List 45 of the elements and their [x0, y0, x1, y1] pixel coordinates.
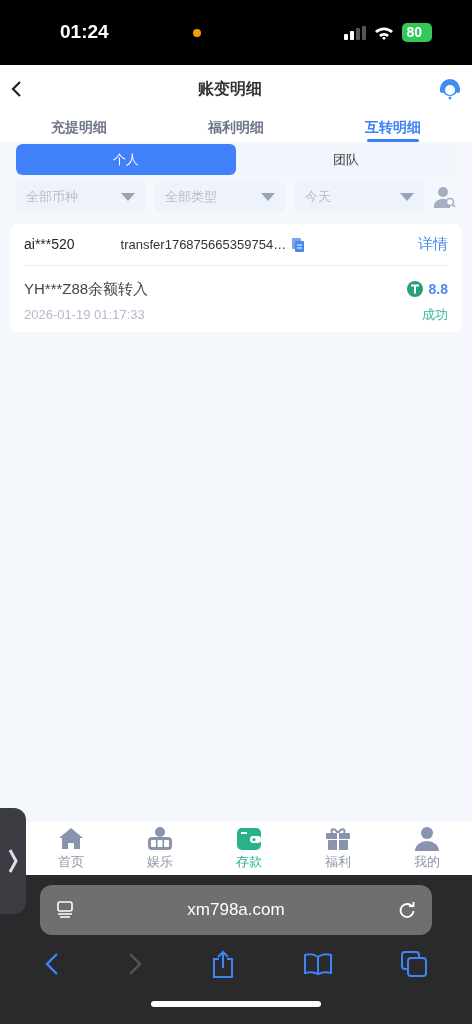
- person-icon: [414, 825, 441, 852]
- wifi-icon: [374, 25, 395, 40]
- copy-icon[interactable]: [292, 237, 305, 252]
- privacy-dot-icon: [192, 28, 201, 37]
- username: ai***520: [24, 235, 75, 254]
- customer-service-icon[interactable]: [438, 76, 462, 101]
- tab[interactable]: 互转明细: [314, 112, 472, 142]
- coin-icon: [406, 281, 423, 298]
- tabs-icon[interactable]: [401, 951, 428, 977]
- transaction-status: 成功: [422, 305, 448, 324]
- segment-tab[interactable]: 团队: [236, 144, 456, 175]
- user-search-icon[interactable]: [434, 185, 456, 208]
- page-title: 账变明细: [198, 78, 262, 99]
- book-icon[interactable]: [304, 953, 333, 975]
- slot-machine-icon: [146, 825, 173, 852]
- order-number: transfer176875665359754…: [120, 235, 287, 254]
- home-icon: [57, 825, 84, 852]
- signal-icon: [344, 25, 367, 40]
- battery-indicator: 80: [402, 23, 432, 42]
- side-handle[interactable]: [0, 808, 26, 914]
- url-text: xm798a.com: [186, 899, 286, 922]
- nav-tab[interactable]: 首页: [26, 822, 116, 875]
- transaction-time: 2026-01-19 01:17:33: [24, 305, 145, 324]
- gift-icon: [325, 825, 352, 852]
- tab[interactable]: 充提明细: [0, 112, 158, 142]
- transaction-description: YH***Z88余额转入: [24, 279, 149, 299]
- filter-dropdown[interactable]: 今天: [294, 181, 424, 212]
- wallet-icon: [236, 825, 262, 852]
- nav-tab[interactable]: 存款: [204, 822, 294, 875]
- nav-tab[interactable]: 娱乐: [115, 822, 205, 875]
- reload-icon[interactable]: [398, 901, 416, 919]
- address-bar[interactable]: xm798a.com: [40, 885, 432, 935]
- caret-icon: [400, 192, 414, 201]
- nav-tab[interactable]: 我的: [382, 822, 472, 875]
- nav-tab[interactable]: 福利: [293, 822, 383, 875]
- share-icon[interactable]: [210, 950, 235, 978]
- tab[interactable]: 福利明细: [157, 112, 315, 142]
- caret-icon: [121, 192, 136, 201]
- details-link[interactable]: 详情: [418, 233, 448, 256]
- caret-icon: [260, 192, 275, 201]
- reader-icon: [56, 901, 74, 919]
- status-time: 01:24: [60, 20, 109, 45]
- segment-tab[interactable]: 个人: [16, 144, 236, 175]
- back-icon[interactable]: [44, 952, 59, 976]
- amount: 8.8: [428, 279, 448, 299]
